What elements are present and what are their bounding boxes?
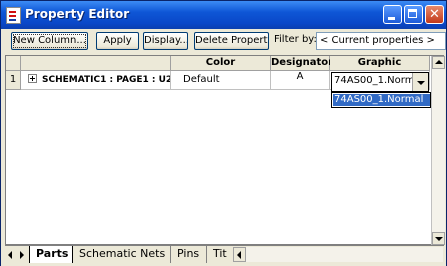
tab-scroll-right-icon[interactable] bbox=[17, 249, 27, 261]
vertical-scrollbar[interactable] bbox=[431, 56, 445, 245]
filter-select[interactable]: < Current properties > bbox=[316, 32, 446, 50]
sheet-tab-strip: Parts Schematic Nets Pins Tit bbox=[5, 245, 444, 264]
filter-label: Filter by: bbox=[274, 34, 317, 45]
row-header[interactable]: 1 bbox=[6, 71, 21, 90]
designator-column-header[interactable]: Designator bbox=[271, 56, 333, 71]
dropdown-option[interactable]: 74AS00_1.Normal bbox=[333, 94, 430, 106]
title-bar[interactable]: Property Editor ✕ bbox=[1, 1, 446, 29]
color-column-header[interactable]: Color bbox=[171, 56, 271, 71]
scroll-up-icon[interactable] bbox=[432, 56, 445, 69]
graphic-combobox-value: 74AS00_1.Normal bbox=[334, 75, 412, 86]
graphic-combobox[interactable]: 74AS00_1.Normal bbox=[331, 72, 429, 92]
graphic-column-header[interactable]: Graphic bbox=[330, 56, 430, 71]
tab-parts[interactable]: Parts bbox=[29, 246, 73, 263]
window-title: Property Editor bbox=[25, 7, 130, 21]
horizontal-scrollbar[interactable] bbox=[233, 247, 443, 262]
apply-button[interactable]: Apply bbox=[96, 32, 139, 50]
toolbar: New Column... Apply Display... Delete Pr… bbox=[5, 32, 446, 54]
tab-title-blocks[interactable]: Tit bbox=[209, 246, 231, 263]
part-name: SCHEMATIC1 : PAGE1 : U2 bbox=[42, 75, 171, 85]
tab-scroll-left-icon[interactable] bbox=[6, 249, 16, 261]
property-editor-icon[interactable] bbox=[6, 7, 21, 24]
property-editor-window: Property Editor ✕ New Column... Apply Di… bbox=[0, 0, 447, 266]
display-button[interactable]: Display... bbox=[143, 32, 188, 50]
color-cell[interactable]: Default bbox=[171, 71, 271, 90]
plus-box-icon[interactable] bbox=[28, 74, 37, 83]
maximize-button[interactable] bbox=[404, 5, 423, 24]
new-column-button[interactable]: New Column... bbox=[11, 32, 88, 50]
tab-schematic-nets[interactable]: Schematic Nets bbox=[75, 246, 171, 263]
part-name-cell[interactable]: SCHEMATIC1 : PAGE1 : U2 bbox=[21, 71, 171, 90]
scroll-down-icon[interactable] bbox=[432, 232, 445, 245]
close-button[interactable]: ✕ bbox=[425, 5, 444, 24]
minimize-button[interactable] bbox=[383, 5, 402, 24]
close-icon: ✕ bbox=[429, 7, 440, 22]
delete-property-button[interactable]: Delete Property bbox=[194, 32, 269, 50]
grid-corner-header[interactable] bbox=[6, 56, 21, 71]
tab-pins[interactable]: Pins bbox=[173, 246, 207, 263]
property-grid: Color Designator Graphic 1 SCHEMATIC1 : … bbox=[5, 55, 444, 245]
graphic-dropdown-list: 74AS00_1.Normal bbox=[331, 92, 431, 108]
chevron-down-icon[interactable] bbox=[412, 73, 428, 91]
name-column-header[interactable] bbox=[21, 56, 171, 71]
scroll-left-icon[interactable] bbox=[233, 247, 246, 262]
designator-cell[interactable]: A bbox=[271, 71, 330, 90]
